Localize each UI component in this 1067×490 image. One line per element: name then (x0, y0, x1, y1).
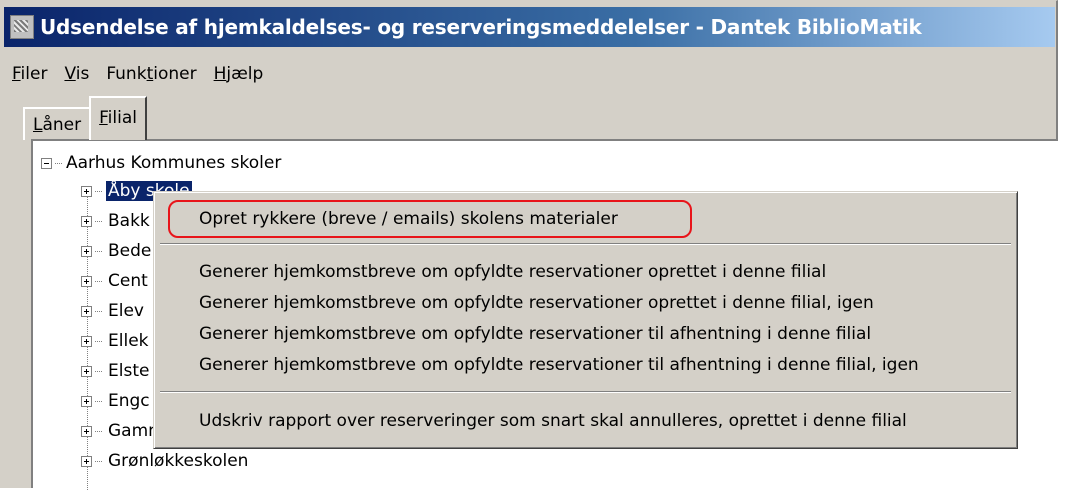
tree-connector (95, 340, 103, 342)
menu-item-hjemkomst-afhentning-igen[interactable]: Generer hjemkomstbreve om opfyldte reser… (199, 350, 919, 380)
expand-icon[interactable] (81, 395, 92, 407)
tree-node-label: Bakk (108, 211, 150, 231)
tree-node-label: Ellek (108, 331, 149, 351)
context-menu: Opret rykkere (breve / emails) skolens m… (153, 191, 1018, 449)
menu-filer[interactable]: Filer (6, 64, 58, 84)
tree-node[interactable]: Bede (81, 239, 153, 263)
menu-vis[interactable]: Vis (58, 64, 100, 84)
window-title: Udsendelse af hjemkaldelses- og reserver… (40, 15, 922, 39)
tree-connector (95, 190, 103, 192)
tree-connector (55, 162, 63, 164)
tree-node[interactable]: Elev (81, 299, 146, 323)
tree-node[interactable]: Ellek (81, 329, 151, 353)
menu-item-udskriv-rapport[interactable]: Udskriv rapport over reserveringer som s… (199, 406, 907, 436)
tree-root-node[interactable]: Aarhus Kommunes skoler (41, 151, 281, 175)
tree-connector (95, 370, 103, 372)
tab-filial[interactable]: Filial (89, 96, 147, 140)
tree-connector (95, 430, 103, 432)
tree-node-label: Engc (108, 391, 150, 411)
tree-node[interactable]: Cent (81, 269, 150, 293)
menu-item-hjemkomst-oprettet[interactable]: Generer hjemkomstbreve om opfyldte reser… (199, 257, 826, 287)
tree-connector (95, 400, 103, 402)
tree-connector (95, 280, 103, 282)
tree-node[interactable]: Bakk (81, 209, 152, 233)
expand-icon[interactable] (81, 335, 92, 347)
expand-icon[interactable] (81, 305, 92, 317)
menu-hjaelp[interactable]: Hjælp (208, 64, 275, 84)
tab-strip: Låner Filial (23, 96, 147, 140)
tree-node[interactable]: Grønløkkeskolen (81, 449, 250, 473)
tree-connector (95, 250, 103, 252)
tree-node-label: Elev (108, 301, 144, 321)
expand-icon[interactable] (81, 275, 92, 287)
tree-node-label: Cent (108, 271, 148, 291)
menu-bar: Filer Vis Funktioner Hjælp (6, 59, 274, 89)
expand-icon[interactable] (81, 365, 92, 377)
tree-node[interactable]: Engc (81, 389, 152, 413)
tree-node-label: Grønløkkeskolen (108, 451, 249, 471)
menu-separator (160, 243, 1011, 245)
expand-icon[interactable] (81, 245, 92, 257)
expand-icon[interactable] (81, 185, 92, 197)
tree-node[interactable]: Elste (81, 359, 151, 383)
expand-icon[interactable] (81, 425, 92, 437)
tree-node-label: Elste (108, 361, 150, 381)
expand-icon[interactable] (81, 215, 92, 227)
title-bar[interactable]: Udsendelse af hjemkaldelses- og reserver… (4, 7, 1055, 47)
tree-connector (95, 460, 103, 462)
menu-item-hjemkomst-afhentning[interactable]: Generer hjemkomstbreve om opfyldte reser… (199, 319, 871, 349)
tree-connector (95, 220, 103, 222)
tab-laaner[interactable]: Låner (23, 107, 92, 140)
tree-connector (95, 310, 103, 312)
app-icon[interactable] (10, 15, 34, 39)
menu-funktioner[interactable]: Funktioner (100, 64, 207, 84)
tree-root-label: Aarhus Kommunes skoler (66, 153, 282, 173)
expand-icon[interactable] (81, 455, 92, 467)
menu-separator (160, 391, 1011, 393)
menu-item-hjemkomst-oprettet-igen[interactable]: Generer hjemkomstbreve om opfyldte reser… (199, 288, 874, 318)
collapse-icon[interactable] (41, 157, 52, 169)
menu-item-opret-rykkere[interactable]: Opret rykkere (breve / emails) skolens m… (199, 204, 618, 234)
tree-node-label: Bede (108, 241, 152, 261)
